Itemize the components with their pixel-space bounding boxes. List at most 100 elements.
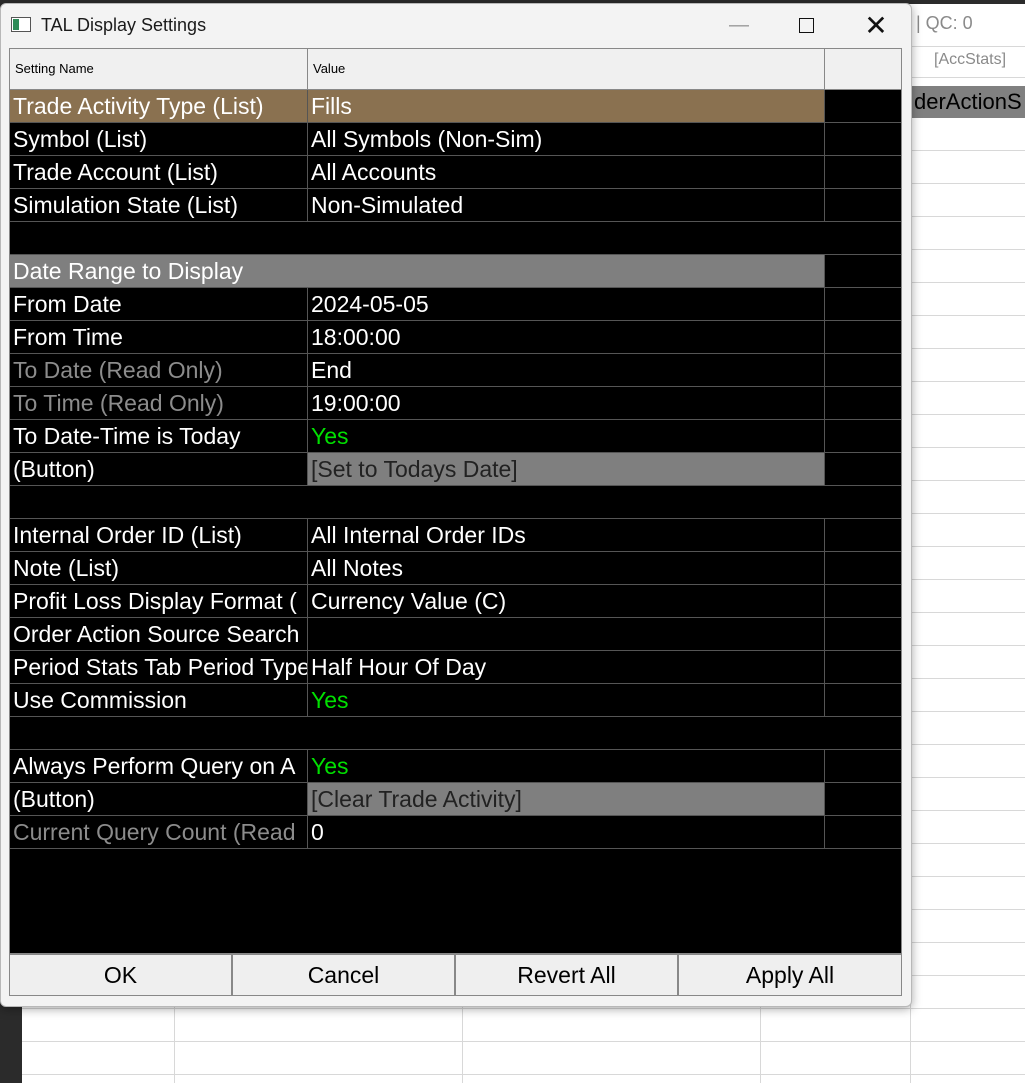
setting-value-cell[interactable]: All Notes — [308, 552, 825, 585]
setting-value-cell[interactable]: All Symbols (Non-Sim) — [308, 123, 825, 156]
setting-extra-cell — [825, 684, 901, 717]
setting-value-cell-yes[interactable]: Yes — [308, 750, 825, 783]
setting-value-cell-yes[interactable]: Yes — [308, 684, 825, 717]
background-gridline — [912, 645, 1025, 646]
setting-extra-cell — [825, 618, 901, 651]
background-gridline — [462, 1005, 463, 1083]
setting-value-cell: 0 — [308, 816, 825, 849]
setting-extra-cell — [825, 651, 901, 684]
background-gridline — [912, 975, 1025, 976]
setting-row-symbol[interactable]: Symbol (List) All Symbols (Non-Sim) — [10, 123, 901, 156]
maximize-button[interactable] — [771, 4, 841, 46]
setting-row-always-perform-query[interactable]: Always Perform Query on A Yes — [10, 750, 901, 783]
setting-row-from-time[interactable]: From Time 18:00:00 — [10, 321, 901, 354]
section-header-date-range: Date Range to Display — [10, 255, 901, 288]
setting-row-blank — [10, 486, 901, 519]
setting-value-cell: 19:00:00 — [308, 387, 825, 420]
background-gridline — [22, 1074, 1025, 1075]
app-window-icon — [11, 17, 31, 32]
setting-extra-cell — [825, 189, 901, 222]
close-icon: ✕ — [864, 9, 888, 41]
setting-row-internal-order-id[interactable]: Internal Order ID (List) All Internal Or… — [10, 519, 901, 552]
setting-value-cell[interactable] — [308, 618, 825, 651]
setting-row-period-stats-tab-period-type[interactable]: Period Stats Tab Period Type Half Hour O… — [10, 651, 901, 684]
background-gridline — [912, 447, 1025, 448]
setting-name-cell: Symbol (List) — [10, 123, 308, 156]
background-gridline — [912, 678, 1025, 679]
setting-name-cell: Period Stats Tab Period Type — [10, 651, 308, 684]
blank-cell — [825, 486, 901, 519]
column-header-extra[interactable] — [825, 49, 901, 89]
section-title: Date Range to Display — [10, 255, 825, 288]
background-gridline — [912, 381, 1025, 382]
setting-extra-cell — [825, 123, 901, 156]
setting-value-cell[interactable]: Fills — [308, 90, 825, 123]
background-gridline — [912, 612, 1025, 613]
setting-value-cell[interactable]: All Internal Order IDs — [308, 519, 825, 552]
column-header-setting-name[interactable]: Setting Name — [10, 49, 308, 89]
setting-row-clear-trade-activity[interactable]: (Button) [Clear Trade Activity] — [10, 783, 901, 816]
title-bar[interactable]: TAL Display Settings — ✕ — [1, 4, 911, 46]
background-gridline — [912, 942, 1025, 943]
ok-button[interactable]: OK — [9, 954, 232, 996]
setting-extra-cell — [825, 750, 901, 783]
setting-value-cell-yes[interactable]: Yes — [308, 420, 825, 453]
setting-name-cell: Use Commission — [10, 684, 308, 717]
background-order-action-cell[interactable]: derActionS — [912, 86, 1025, 118]
blank-cell — [10, 717, 308, 750]
background-gridline — [912, 777, 1025, 778]
background-gridline — [912, 315, 1025, 316]
setting-row-order-action-source-search[interactable]: Order Action Source Search — [10, 618, 901, 651]
revert-all-button[interactable]: Revert All — [455, 954, 678, 996]
blank-cell — [308, 486, 825, 519]
setting-extra-cell — [825, 288, 901, 321]
clear-trade-activity-button[interactable]: [Clear Trade Activity] — [308, 783, 825, 816]
setting-row-use-commission[interactable]: Use Commission Yes — [10, 684, 901, 717]
setting-row-blank — [10, 717, 901, 750]
setting-row-profit-loss-format[interactable]: Profit Loss Display Format ( Currency Va… — [10, 585, 901, 618]
blank-cell — [10, 486, 308, 519]
blank-cell — [308, 222, 825, 255]
background-accstats-header[interactable]: [AccStats] — [934, 51, 1006, 69]
setting-value-cell[interactable]: Non-Simulated — [308, 189, 825, 222]
setting-value-cell[interactable]: Half Hour Of Day — [308, 651, 825, 684]
setting-value-cell[interactable]: 2024-05-05 — [308, 288, 825, 321]
setting-extra-cell — [825, 816, 901, 849]
settings-grid[interactable]: Setting Name Value Trade Activity Type (… — [9, 48, 902, 954]
setting-row-from-date[interactable]: From Date 2024-05-05 — [10, 288, 901, 321]
setting-row-to-date-time-is-today[interactable]: To Date-Time is Today Yes — [10, 420, 901, 453]
apply-all-button[interactable]: Apply All — [678, 954, 902, 996]
column-header-value[interactable]: Value — [308, 49, 825, 89]
setting-extra-cell — [825, 156, 901, 189]
background-gridline — [912, 183, 1025, 184]
setting-row-note[interactable]: Note (List) All Notes — [10, 552, 901, 585]
setting-name-cell: From Date — [10, 288, 308, 321]
background-gridline — [912, 876, 1025, 877]
background-gridline — [912, 546, 1025, 547]
setting-row-trade-activity-type[interactable]: Trade Activity Type (List) Fills — [10, 90, 901, 123]
close-button[interactable]: ✕ — [841, 4, 911, 46]
set-todays-date-button[interactable]: [Set to Todays Date] — [308, 453, 825, 486]
window-title: TAL Display Settings — [41, 15, 207, 35]
background-gridline — [912, 348, 1025, 349]
blank-cell — [825, 222, 901, 255]
setting-row-simulation-state[interactable]: Simulation State (List) Non-Simulated — [10, 189, 901, 222]
setting-row-set-todays-date[interactable]: (Button) [Set to Todays Date] — [10, 453, 901, 486]
setting-value-cell[interactable]: 18:00:00 — [308, 321, 825, 354]
setting-name-cell: From Time — [10, 321, 308, 354]
setting-name-cell-readonly: Current Query Count (Read — [10, 816, 308, 849]
setting-extra-cell — [825, 321, 901, 354]
background-gridline — [912, 711, 1025, 712]
setting-row-trade-account[interactable]: Trade Account (List) All Accounts — [10, 156, 901, 189]
background-gridline — [912, 46, 1025, 47]
background-gridline — [912, 414, 1025, 415]
background-gridline — [912, 744, 1025, 745]
background-gridline — [22, 1008, 1025, 1009]
minimize-button[interactable]: — — [704, 4, 774, 46]
background-gridline — [912, 150, 1025, 151]
cancel-button[interactable]: Cancel — [232, 954, 455, 996]
setting-name-cell-readonly: To Time (Read Only) — [10, 387, 308, 420]
setting-value-cell[interactable]: All Accounts — [308, 156, 825, 189]
setting-row-to-date: To Date (Read Only) End — [10, 354, 901, 387]
setting-value-cell[interactable]: Currency Value (C) — [308, 585, 825, 618]
